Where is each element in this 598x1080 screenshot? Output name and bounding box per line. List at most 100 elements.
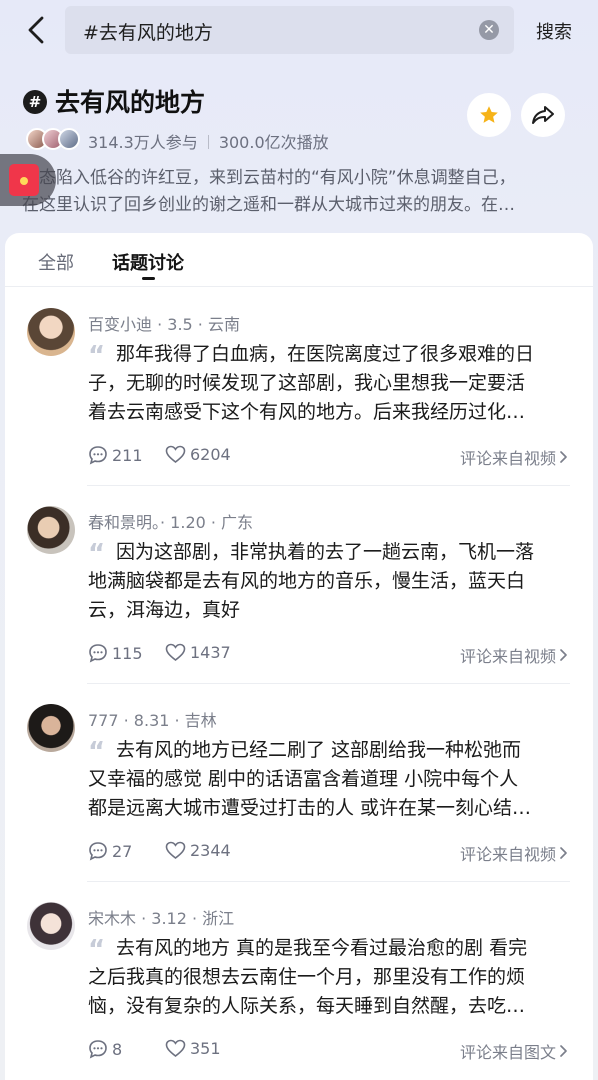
comment-count: 211 — [112, 445, 143, 465]
like-count: 6204 — [190, 445, 231, 464]
content-line: 恼，没有复杂的人际关系，每天睡到自然醒，去吃… — [88, 995, 526, 1017]
like-count: 1437 — [190, 643, 231, 662]
heart-icon — [165, 445, 186, 464]
like-button[interactable]: 2344 — [165, 841, 231, 860]
post-meta: 百变小迪 · 3.5 · 云南 — [88, 315, 240, 334]
list-item[interactable]: 777 · 8.31 · 吉林 “ 去有风的地方已经二刷了 这部剧给我一种松弛而 … — [5, 684, 593, 882]
back-icon[interactable] — [22, 14, 52, 46]
comment-icon — [89, 1040, 107, 1059]
chevron-right-icon — [560, 1045, 567, 1057]
topic-stats: 314.3万人参与 300.0亿次播放 — [88, 129, 329, 153]
content-line: 子，无聊的时候发现了这部剧，我心里想我一定要活 — [88, 372, 526, 394]
source-link[interactable]: 评论来自视频 — [460, 841, 570, 865]
post-meta: 宋木木 · 3.12 · 浙江 — [88, 909, 235, 928]
chevron-right-icon — [560, 847, 567, 859]
description-line: 状态陷入低谷的许红豆，来到云苗村的“有风小院”休息调整自己， — [22, 168, 516, 188]
clear-icon[interactable]: ✕ — [479, 20, 499, 40]
topic-description[interactable]: 状态陷入低谷的许红豆，来到云苗村的“有风小院”休息调整自己， 在这里认识了回乡创… — [22, 165, 578, 219]
content-line: 因为这部剧，非常执着的去了一趟云南，飞机一落 — [116, 541, 535, 563]
post-actions: 115 1437 评论来自视频 — [88, 641, 570, 667]
quote-icon: “ — [88, 737, 106, 765]
comment-icon — [89, 644, 107, 663]
post-content[interactable]: “ 那年我得了白血病，在医院离度过了很多艰难的日 子，无聊的时候发现了这部剧，我心… — [88, 340, 558, 427]
favorite-button[interactable] — [467, 93, 511, 137]
hashtag-icon: # — [23, 90, 47, 114]
chevron-right-icon — [560, 649, 567, 661]
source-link[interactable]: 评论来自图文 — [460, 1039, 570, 1063]
list-item[interactable]: 宋木木 · 3.12 · 浙江 “ 去有风的地方 真的是我至今看过最治愈的剧 看完… — [5, 882, 593, 1080]
avatar[interactable] — [27, 308, 75, 356]
post-actions: 27 2344 评论来自视频 — [88, 839, 570, 865]
source-link[interactable]: 评论来自视频 — [460, 445, 570, 469]
red-envelope — [9, 164, 39, 196]
tab-all[interactable]: 全部 — [38, 249, 74, 275]
post-content[interactable]: “ 去有风的地方已经二刷了 这部剧给我一种松弛而 又幸福的感觉 剧中的话语富含着道… — [88, 736, 558, 823]
chevron-right-icon — [560, 451, 567, 463]
comment-count: 8 — [112, 1039, 123, 1059]
red-packet-icon[interactable] — [0, 154, 56, 206]
post-content[interactable]: “ 去有风的地方 真的是我至今看过最治愈的剧 看完 之后我真的很想去云南住一个月，… — [88, 934, 558, 1021]
content-line: 之后我真的很想去云南住一个月，那里没有工作的烦 — [88, 966, 526, 988]
avatar — [58, 128, 80, 150]
heart-icon — [165, 841, 186, 860]
comment-count: 27 — [112, 841, 133, 861]
comment-count: 115 — [112, 643, 143, 663]
list-item[interactable]: 春和景明。· 1.20 · 广东 “ 因为这部剧，非常执着的去了一趟云南，飞机一落… — [5, 486, 593, 684]
comment-button[interactable]: 115 — [88, 643, 143, 663]
post-meta: 777 · 8.31 · 吉林 — [88, 711, 217, 730]
avatar[interactable] — [27, 704, 75, 752]
comment-button[interactable]: 27 — [88, 841, 132, 861]
post-actions: 8 351 评论来自图文 — [88, 1037, 570, 1063]
source-label: 评论来自视频 — [459, 647, 556, 666]
like-count: 2344 — [190, 841, 231, 860]
share-icon — [532, 106, 554, 124]
content-line: 那年我得了白血病，在医院离度过了很多艰难的日 — [116, 343, 535, 365]
content-line: 去有风的地方已经二刷了 这部剧给我一种松弛而 — [116, 739, 522, 761]
source-link[interactable]: 评论来自视频 — [460, 643, 570, 667]
participant-avatars — [26, 128, 84, 150]
like-button[interactable]: 351 — [165, 1039, 221, 1058]
like-count: 351 — [190, 1039, 221, 1058]
active-tab-indicator — [142, 277, 155, 280]
search-input[interactable]: #去有风的地方 ✕ — [65, 6, 514, 54]
page-title: 去有风的地方 — [55, 88, 206, 117]
divider — [207, 135, 209, 149]
content-line: 地满脑袋都是去有风的地方的音乐，慢生活，蓝天白 — [88, 570, 526, 592]
description-line: 在这里认识了回乡创业的谢之遥和一群从大城市过来的朋友。在… — [22, 195, 515, 215]
comment-button[interactable]: 211 — [88, 445, 143, 465]
heart-icon — [165, 643, 186, 662]
avatar[interactable] — [27, 506, 75, 554]
list-item[interactable]: 百变小迪 · 3.5 · 云南 “ 那年我得了白血病，在医院离度过了很多艰难的日 … — [5, 288, 593, 486]
search-button[interactable]: 搜索 — [536, 18, 572, 44]
content-line: 着去云南感受下这个有风的地方。后来我经历过化… — [88, 401, 526, 423]
like-button[interactable]: 1437 — [165, 643, 231, 662]
content-line: 去有风的地方 真的是我至今看过最治愈的剧 看完 — [116, 937, 528, 959]
comment-button[interactable]: 8 — [88, 1039, 122, 1059]
post-actions: 211 6204 评论来自视频 — [88, 443, 570, 469]
quote-icon: “ — [88, 341, 106, 369]
tab-discussion[interactable]: 话题讨论 — [112, 249, 184, 275]
content-line: 又幸福的感觉 剧中的话语富含着道理 小院中每个人 — [88, 768, 519, 790]
participant-count: 314.3万人参与 — [88, 133, 198, 152]
source-label: 评论来自视频 — [459, 449, 556, 468]
content-line: 都是远离大城市遭受过打击的人 或许在某一刻心结… — [88, 797, 532, 819]
source-label: 评论来自图文 — [459, 1043, 556, 1062]
share-button[interactable] — [521, 93, 565, 137]
post-meta: 春和景明。· 1.20 · 广东 — [88, 513, 254, 532]
discussion-card: 全部 话题讨论 百变小迪 · 3.5 · 云南 “ 那年我得了白血病，在医院离度过… — [5, 233, 593, 1080]
source-label: 评论来自视频 — [459, 845, 556, 864]
search-bar: #去有风的地方 ✕ 搜索 — [0, 0, 598, 60]
comment-icon — [89, 446, 107, 465]
comment-icon — [89, 842, 107, 861]
content-line: 云，洱海边，真好 — [88, 599, 241, 621]
avatar[interactable] — [27, 902, 75, 950]
quote-icon: “ — [88, 539, 106, 567]
tab-bar: 全部 话题讨论 — [5, 233, 593, 287]
post-content[interactable]: “ 因为这部剧，非常执着的去了一趟云南，飞机一落 地满脑袋都是去有风的地方的音乐，… — [88, 538, 558, 625]
quote-icon: “ — [88, 935, 106, 963]
heart-icon — [165, 1039, 186, 1058]
topic-page: #去有风的地方 ✕ 搜索 # 去有风的地方 314.3万人参与 300.0亿次播放… — [0, 0, 598, 1080]
play-count: 300.0亿次播放 — [218, 133, 329, 152]
star-icon — [480, 106, 498, 123]
like-button[interactable]: 6204 — [165, 445, 231, 464]
